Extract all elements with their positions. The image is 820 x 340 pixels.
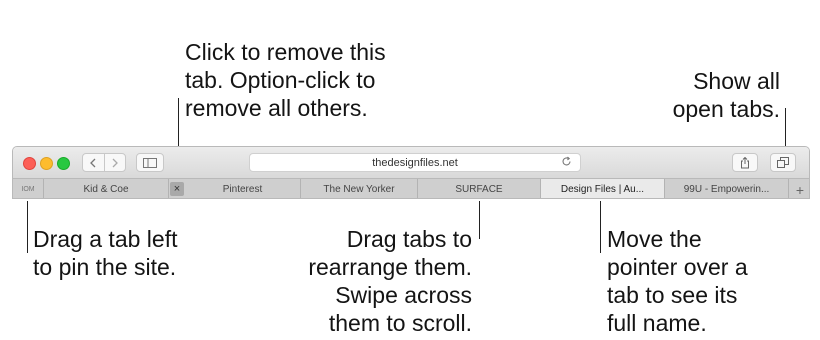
tab[interactable]: SURFACE <box>418 179 541 198</box>
leader-rearrange <box>479 201 480 239</box>
callout-line: open tabs. <box>672 96 780 122</box>
toolbar: thedesignfiles.net <box>13 147 809 178</box>
callout-line: to pin the site. <box>33 254 177 280</box>
tab-close-button[interactable]: × <box>170 182 184 196</box>
callout-line: Drag tabs to <box>346 226 472 252</box>
callout-remove-tab: Click to remove this tab. Option-click t… <box>185 38 386 122</box>
callout-line: Show all <box>693 68 780 94</box>
minimize-window-button[interactable] <box>40 157 53 170</box>
callout-line: Click to remove this <box>185 39 386 65</box>
tab-label: 99U - Empowerin... <box>683 184 770 195</box>
callout-line: Move the <box>607 226 702 252</box>
address-bar[interactable]: thedesignfiles.net <box>249 153 581 172</box>
close-window-button[interactable] <box>23 157 36 170</box>
chevron-left-icon <box>90 158 96 167</box>
safari-window: thedesignfiles.net IOM Kid & Coe × Pinte… <box>12 146 810 199</box>
callout-line: full name. <box>607 310 707 336</box>
tab-label: Pinterest <box>222 184 263 195</box>
sidebar-icon <box>143 157 157 168</box>
sidebar-button[interactable] <box>136 153 164 172</box>
pinned-tab[interactable]: IOM <box>13 179 44 198</box>
tabs-overview-icon <box>777 157 789 168</box>
tab-bar: IOM Kid & Coe × Pinterest The New Yorker… <box>13 178 809 198</box>
leader-pin-site <box>27 201 28 253</box>
leader-full-name <box>600 201 601 253</box>
callout-pin-site: Drag a tab left to pin the site. <box>33 225 177 281</box>
callout-show-all: Show all open tabs. <box>673 67 780 123</box>
callout-line: tab. Option-click to <box>185 67 376 93</box>
share-button[interactable] <box>732 153 758 172</box>
back-button[interactable] <box>83 154 104 171</box>
tab[interactable]: Kid & Coe <box>44 179 169 198</box>
callout-line: Drag a tab left <box>33 226 178 252</box>
callout-line: rearrange them. <box>308 254 472 280</box>
tab[interactable]: 99U - Empowerin... <box>665 179 789 198</box>
callout-line: tab to see its <box>607 282 738 308</box>
zoom-window-button[interactable] <box>57 157 70 170</box>
pinned-tab-label: IOM <box>21 186 35 193</box>
tab[interactable]: The New Yorker <box>301 179 418 198</box>
tabs-overview-button[interactable] <box>770 153 796 172</box>
tab[interactable]: Pinterest <box>185 179 301 198</box>
chevron-right-icon <box>112 158 118 167</box>
tab-label: Design Files | Au... <box>560 184 645 195</box>
callout-line: remove all others. <box>185 95 368 121</box>
callout-line: pointer over a <box>607 254 748 280</box>
address-text: thedesignfiles.net <box>372 156 458 169</box>
callout-line: Swipe across <box>335 282 472 308</box>
tab-label: SURFACE <box>455 184 503 195</box>
callout-full-name: Move the pointer over a tab to see its f… <box>607 225 748 337</box>
reload-icon <box>562 156 571 166</box>
plus-icon: + <box>795 181 805 198</box>
reload-button[interactable] <box>561 156 572 167</box>
back-forward-buttons <box>82 153 126 172</box>
tab-active[interactable]: Design Files | Au... <box>541 179 665 198</box>
tab-label: Kid & Coe <box>83 184 129 195</box>
callout-rearrange: Drag tabs to rearrange them. Swipe acros… <box>308 225 472 337</box>
new-tab-button[interactable]: + <box>789 179 809 198</box>
forward-button[interactable] <box>103 154 126 171</box>
close-icon: × <box>173 182 181 195</box>
share-icon <box>741 156 749 168</box>
tab-label: The New Yorker <box>323 184 395 195</box>
callout-line: them to scroll. <box>328 310 472 336</box>
